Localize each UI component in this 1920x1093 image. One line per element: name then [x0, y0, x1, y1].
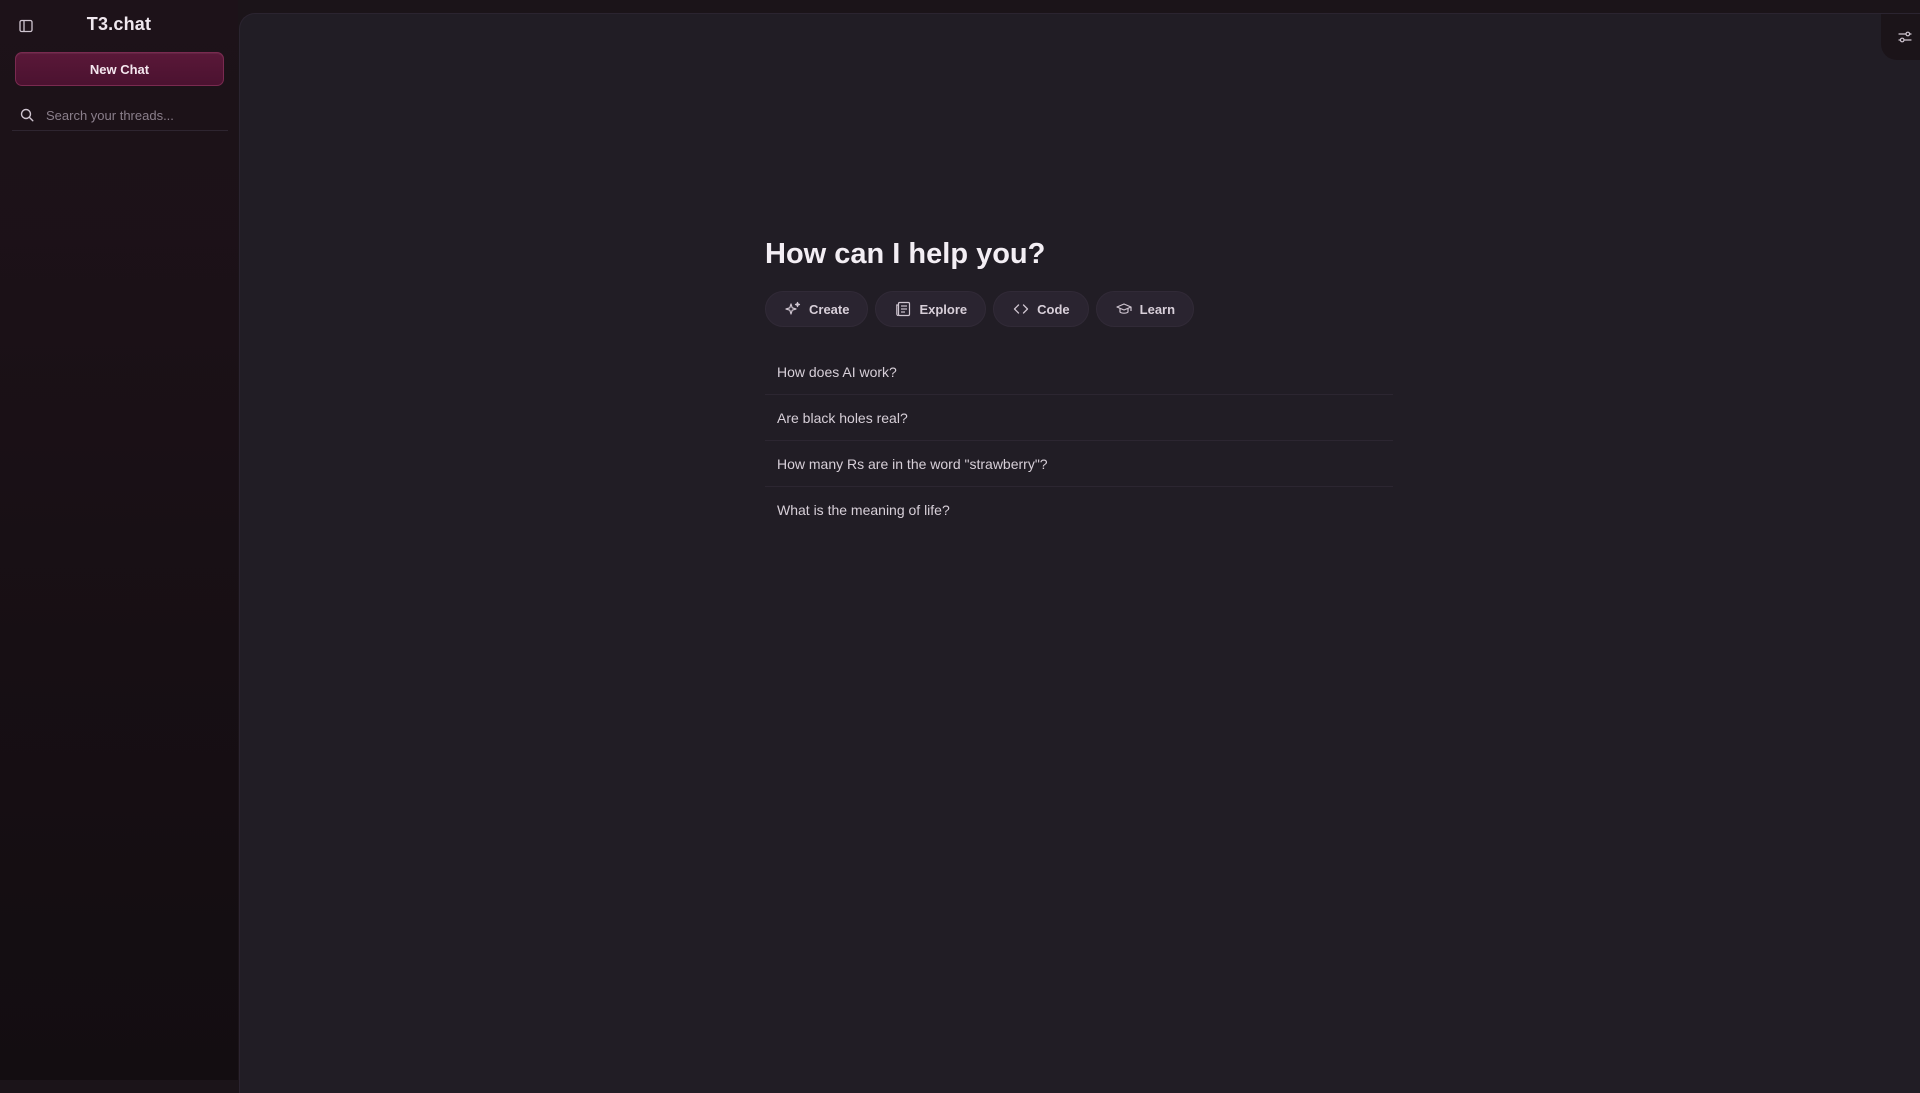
learn-label: Learn [1139, 301, 1176, 317]
explore-button[interactable]: Explore [875, 291, 987, 327]
welcome-section: How can I help you? Create Explore Code … [765, 232, 1393, 533]
suggestion-list: How does AI work? Are black holes real? … [765, 349, 1393, 533]
create-button[interactable]: Create [765, 291, 869, 327]
sidebar: T3.chat New Chat [0, 0, 238, 1080]
suggestion-item[interactable]: Are black holes real? [765, 395, 1393, 441]
learn-button[interactable]: Learn [1095, 291, 1195, 327]
code-button[interactable]: Code [993, 291, 1089, 327]
main-panel [239, 13, 1920, 1093]
newspaper-icon [895, 301, 911, 317]
thread-search [12, 100, 228, 131]
suggestion-item[interactable]: How many Rs are in the word "strawberry"… [765, 441, 1393, 487]
code-icon [1013, 301, 1029, 317]
create-label: Create [809, 301, 850, 317]
sparkles-icon [785, 301, 801, 317]
explore-label: Explore [919, 301, 968, 317]
search-icon [18, 106, 36, 124]
app-title: T3.chat [86, 14, 152, 34]
suggestion-item[interactable]: What is the meaning of life? [765, 487, 1393, 533]
sliders-icon [1898, 30, 1912, 44]
code-label: Code [1037, 301, 1070, 317]
graduation-cap-icon [1116, 301, 1132, 317]
search-input[interactable] [46, 103, 228, 127]
suggestion-item[interactable]: How does AI work? [765, 349, 1393, 395]
new-chat-button[interactable]: New Chat [15, 52, 224, 86]
settings-button[interactable] [1881, 14, 1920, 60]
action-buttons: Create Explore Code Learn [765, 291, 1393, 327]
page-title: How can I help you? [765, 238, 1046, 270]
